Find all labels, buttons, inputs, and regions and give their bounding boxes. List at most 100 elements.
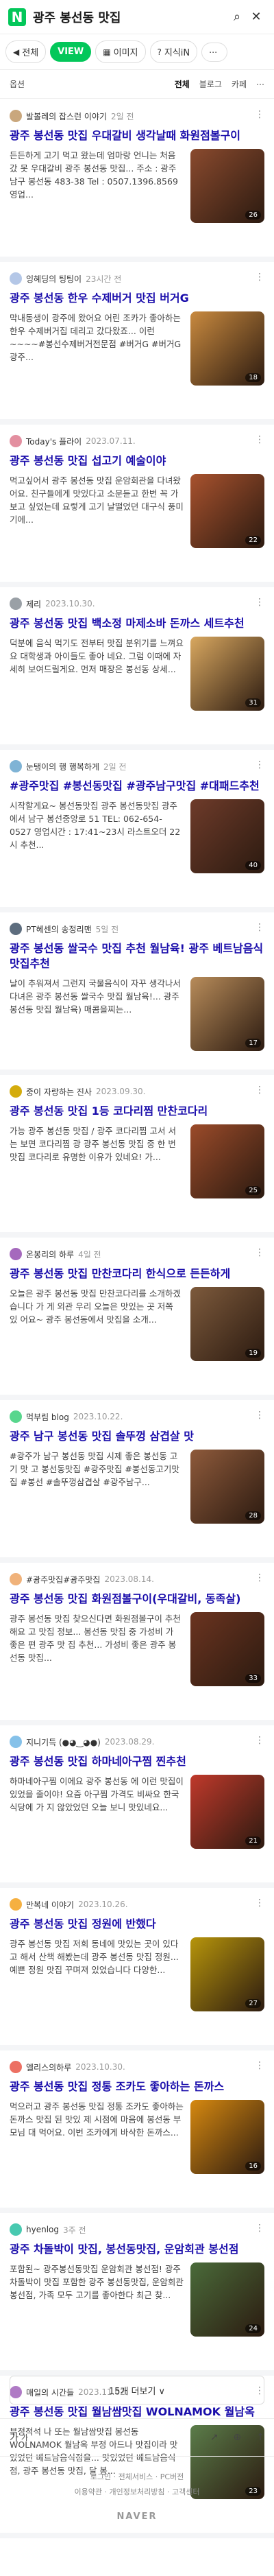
more-options-icon[interactable]: ⋮ <box>255 922 264 933</box>
list-item[interactable]: 눈탱이의 행 행복하게 2일 전 ⋮ #광주맛집 #봉선동맛집 #광주남구맛집 #대패… <box>0 750 274 912</box>
post-snippet[interactable]: 가능 광주 봉선동 맛집 / 광주 코다리찜 고서 서는 보면 코다리찜 광 광… <box>10 1124 184 1190</box>
post-thumbnail[interactable]: 33 <box>190 1612 264 1686</box>
post-title[interactable]: 광주 봉선동 맛집 정원에 반했다 <box>10 1917 264 1932</box>
share-icon[interactable]: ↗ <box>210 2432 219 2443</box>
post-author[interactable]: hyenlog 3주 전 <box>10 2223 264 2236</box>
font-size-icon[interactable]: 가 <box>10 2431 18 2444</box>
more-options-icon[interactable]: ⋮ <box>255 1572 264 1583</box>
list-item[interactable]: 먹부림 blog 2023.10.22. ⋮ 광주 남구 봉선동 맛집 솔뚜껑 삼겹살… <box>0 1400 274 1563</box>
list-item[interactable]: 만복네 이야기 2023.10.26. ⋮ 광주 봉선동 맛집 정원에 반했다광주 봉… <box>0 1888 274 2051</box>
post-thumbnail[interactable]: 17 <box>190 977 264 1051</box>
post-title[interactable]: 광주 남구 봉선동 맛집 솔뚜껑 삼겹살 맛 <box>10 1429 264 1444</box>
more-options-icon[interactable]: ⋮ <box>255 597 264 608</box>
post-author[interactable]: 만복네 이야기 2023.10.26. <box>10 1898 264 1911</box>
post-thumbnail[interactable]: 31 <box>190 637 264 711</box>
post-title[interactable]: 광주 봉선동 맛집 백소정 마제소바 돈까스 세트추천 <box>10 616 264 631</box>
save-icon[interactable]: ⊕ <box>234 2432 242 2443</box>
post-thumbnail[interactable]: 22 <box>190 474 264 548</box>
filter-blog[interactable]: 블로그 <box>199 78 222 90</box>
more-options-icon[interactable]: ⋮ <box>255 759 264 770</box>
tab-4[interactable]: ⋯ <box>201 42 228 62</box>
more-options-icon[interactable]: ⋮ <box>255 1247 264 1258</box>
post-thumbnail[interactable]: 25 <box>190 1124 264 1198</box>
post-author[interactable]: Today's 플라이 2023.07.11. <box>10 434 264 448</box>
more-options-icon[interactable]: ⋮ <box>255 1898 264 1909</box>
post-thumbnail[interactable]: 24 <box>190 2262 264 2337</box>
post-author[interactable]: 잉혜딩의 팅팅이 23시간 전 <box>10 272 264 285</box>
post-snippet[interactable]: 광주 봉선동 맛집 찾으신다면 화원점볼구이 추천해요 고 맛집 정보... 봉… <box>10 1612 184 1677</box>
post-title[interactable]: 광주 봉선동 맛집 하마네아구찜 찐추천 <box>10 1754 264 1769</box>
more-options-icon[interactable]: ⋮ <box>255 1085 264 1096</box>
post-thumbnail[interactable]: 16 <box>190 2100 264 2174</box>
more-options-icon[interactable]: ⋮ <box>255 434 264 445</box>
tab-1[interactable]: VIEW <box>50 42 92 62</box>
post-snippet[interactable]: 덕분에 음식 먹기도 전부터 맛집 분위기를 느껴요 요 대학생과 아이들도 좋… <box>10 637 184 702</box>
post-author[interactable]: 제리 2023.10.30. <box>10 597 264 611</box>
filter-more-icon[interactable]: ⋯ <box>256 80 264 89</box>
post-title[interactable]: 광주 봉선동 한우 수제버거 맛집 버거G <box>10 291 264 306</box>
post-author[interactable]: 엘리스의하루 2023.10.30. <box>10 2060 264 2074</box>
list-item[interactable]: #광주맛집#광주맛집 2023.08.14. ⋮ 광주 봉선동 맛집 화원점볼구이(우… <box>0 1563 274 1725</box>
post-title[interactable]: 광주 봉선동 맛집 1등 코다리찜 만찬코다리 <box>10 1104 264 1119</box>
post-title[interactable]: 광주 봉선동 맛집 우대갈비 생각날때 화원점볼구이 <box>10 128 264 143</box>
load-more-button[interactable]: 15개 더보기 ∨ <box>10 2376 264 2404</box>
more-options-icon[interactable]: ⋮ <box>255 1410 264 1421</box>
post-snippet[interactable]: 오늘은 광주 봉선동 맛집 만찬코다리를 소개하겠습니다 가 게 외관 우리 오… <box>10 1287 184 1352</box>
post-snippet[interactable]: 하마네아구찜 이에요 광주 봉선동 에 이런 맛집이 있었을 줄이야! 요즘 아… <box>10 1775 184 1840</box>
naver-logo[interactable]: N <box>8 8 26 26</box>
more-options-icon[interactable]: ⋮ <box>255 272 264 283</box>
post-thumbnail[interactable]: 26 <box>190 149 264 223</box>
post-title[interactable]: 광주 봉선동 맛집 화원점볼구이(우대갈비, 동족살) <box>10 1592 264 1607</box>
font-small-icon[interactable]: 가 <box>21 2432 28 2443</box>
post-author[interactable]: #광주맛집#광주맛집 2023.08.14. <box>10 1572 264 1586</box>
search-query[interactable]: 광주 봉선동 맛집 <box>33 8 227 26</box>
filter-all[interactable]: 전체 <box>175 78 190 90</box>
filter-cafe[interactable]: 카페 <box>232 78 247 90</box>
post-snippet[interactable]: #광주가 남구 봉선동 맛집 시제 좋은 봉선동 고기 맛 고 봉선동맛집 #광… <box>10 1450 184 1515</box>
list-item[interactable]: 발볼레의 잡스런 이야기 2일 전 ⋮ 광주 봉선동 맛집 우대갈비 생각날때 화원점… <box>0 99 274 262</box>
list-item[interactable]: hyenlog 3주 전 ⋮ 광주 차돌박이 맛집, 봉선동맛집, 운암회관 봉선점포… <box>0 2213 274 2376</box>
post-title[interactable]: 광주 봉선동 맛집 섭고기 예술이야 <box>10 453 264 469</box>
list-item[interactable]: Today's 플라이 2023.07.11. ⋮ 광주 봉선동 맛집 섭고기 예술이… <box>0 425 274 587</box>
tab-0[interactable]: ◀ 전체 <box>5 40 47 63</box>
more-options-icon[interactable]: ⋮ <box>255 1735 264 1746</box>
post-snippet[interactable]: 포함된~ 광주봉선동맛집 운암회관 봉선점! 광주차돌박이 맛집 포함한 광주 … <box>10 2262 184 2328</box>
post-thumbnail[interactable]: 21 <box>190 1775 264 1849</box>
list-item[interactable]: PT헤센의 송정리맨 5일 전 ⋮ 광주 봉선동 쌀국수 맛집 추천 월남육! 광주 … <box>0 912 274 1075</box>
footer-links-1[interactable]: 로그인 · 전체서비스 · PC버전 <box>0 2470 274 2485</box>
post-thumbnail[interactable]: 19 <box>190 1287 264 1361</box>
footer-links-2[interactable]: 이용약관 · 개인정보처리방침 · 고객센터 <box>0 2485 274 2500</box>
post-author[interactable]: 눈탱이의 행 행복하게 2일 전 <box>10 759 264 773</box>
post-title[interactable]: 광주 봉선동 맛집 월남쌈맛집 WOLNAMOK 월남옥 <box>10 2404 264 2420</box>
list-item[interactable]: 온봉리의 하루 4일 전 ⋮ 광주 봉선동 맛집 만찬코다리 한식으로 든든하게 오늘은… <box>0 1238 274 1400</box>
option-filter[interactable]: 옵션 <box>10 78 25 90</box>
post-author[interactable]: 먹부림 blog 2023.10.22. <box>10 1410 264 1423</box>
scroll-top-icon[interactable]: ↑ <box>256 2432 264 2443</box>
post-title[interactable]: #광주맛집 #봉선동맛집 #광주남구맛집 #대패드추천 <box>10 779 264 794</box>
post-snippet[interactable]: 든든하게 고기 먹고 왔는데 엄마랑 언니는 처음 갔 못 우대갈비 광주 봉선… <box>10 149 184 214</box>
post-author[interactable]: 중이 자랑하는 진사 2023.09.30. <box>10 1085 264 1098</box>
list-item[interactable]: 제리 2023.10.30. ⋮ 광주 봉선동 맛집 백소정 마제소바 돈까스 세트추… <box>0 587 274 750</box>
more-options-icon[interactable]: ⋮ <box>255 2223 264 2234</box>
post-snippet[interactable]: 광주 봉선동 맛집 저희 동네에 맛있는 곳이 있다고 해서 산책 해봤는데 광… <box>10 1937 184 2002</box>
post-snippet[interactable]: 시작할게요~ 봉선동맛집 광주 봉선동맛집 광주에서 남구 봉선중앙로 51 T… <box>10 799 184 864</box>
close-icon[interactable]: ✕ <box>247 10 266 24</box>
search-icon[interactable]: ⌕ <box>227 10 247 24</box>
list-item[interactable]: 잉혜딩의 팅팅이 23시간 전 ⋮ 광주 봉선동 한우 수제버거 맛집 버거G 막내동생… <box>0 262 274 425</box>
list-item[interactable]: 엘리스의하루 2023.10.30. ⋮ 광주 봉선동 맛집 정통 조카도 좋아하는 … <box>0 2051 274 2213</box>
list-item[interactable]: 중이 자랑하는 진사 2023.09.30. ⋮ 광주 봉선동 맛집 1등 코다리찜 … <box>0 1075 274 1238</box>
post-thumbnail[interactable]: 18 <box>190 311 264 386</box>
post-author[interactable]: 온봉리의 하루 4일 전 <box>10 1247 264 1261</box>
post-thumbnail[interactable]: 28 <box>190 1450 264 1524</box>
post-thumbnail[interactable]: 27 <box>190 1937 264 2011</box>
more-options-icon[interactable]: ⋮ <box>255 109 264 120</box>
post-thumbnail[interactable]: 40 <box>190 799 264 873</box>
post-title[interactable]: 광주 차돌박이 맛집, 봉선동맛집, 운암회관 봉선점 <box>10 2242 264 2257</box>
post-author[interactable]: 지니기득 (●◕‿◕●) 2023.08.29. <box>10 1735 264 1749</box>
post-snippet[interactable]: 먹으러고 광주 봉선동 맛집 정통 조카도 좋아하는 돈까스 맛집 된 맛있 제… <box>10 2100 184 2165</box>
post-title[interactable]: 광주 봉선동 맛집 정통 조카도 좋아하는 돈까스 <box>10 2079 264 2094</box>
post-snippet[interactable]: 막내동생이 광주에 왔어요 어린 조카가 좋아하는 한우 수제버거집 데리고 갔… <box>10 311 184 377</box>
tab-2[interactable]: ▦ 이미지 <box>95 40 146 63</box>
post-author[interactable]: PT헤센의 송정리맨 5일 전 <box>10 922 264 936</box>
more-options-icon[interactable]: ⋮ <box>255 2060 264 2071</box>
